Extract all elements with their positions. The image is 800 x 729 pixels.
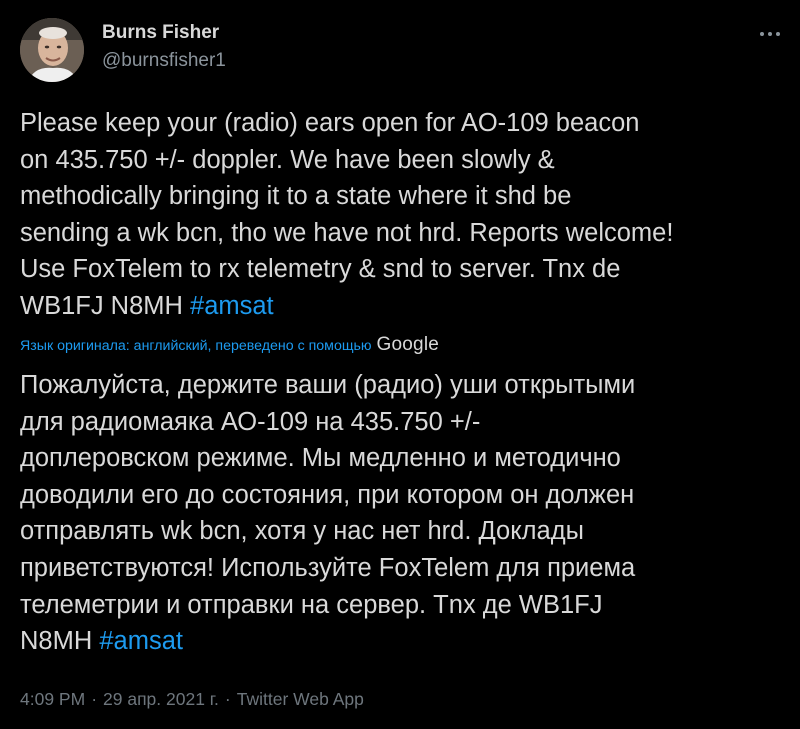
tweet-metadata: 4:09 PM · 29 апр. 2021 г. · Twitter Web App [20,689,364,710]
translated-text-line: отправлять wk bcn, хотя у нас нет hrd. Д… [20,517,584,546]
tweet-text-line: methodically bringing it to a state wher… [20,182,572,211]
meta-separator: · [91,689,98,709]
tweet-text-line: sending a wk bcn, tho we have not hrd. R… [20,218,674,247]
more-horizontal-icon [760,32,764,36]
tweet-text: Please keep your (radio) ears open for A… [20,105,790,325]
avatar-photo-icon [20,18,84,82]
translated-text-line: доплеровском режиме. Мы медленно и метод… [20,444,621,473]
translation-note-text: Язык оригинала: английский, переведено с… [20,338,372,354]
translated-text-line-last: N8MH #amsat [20,623,790,660]
translated-text-line: доводили его до состояния, при котором о… [20,480,635,509]
tweet-text-line: on 435.750 +/- doppler. We have been slo… [20,145,555,174]
translation-attribution[interactable]: Язык оригинала: английский, переведено с… [20,334,439,356]
tweet-date[interactable]: 29 апр. 2021 г. [103,689,219,709]
tweet-text-line-last: WB1FJ N8MH #amsat [20,288,790,325]
author-handle[interactable]: @burnsfisher1 [102,50,226,72]
more-horizontal-icon-dot [768,32,772,36]
avatar[interactable] [20,18,84,82]
tweet-time[interactable]: 4:09 PM [20,689,85,709]
translated-text-line: Пожалуйста, держите ваши (радио) уши отк… [20,371,636,399]
translated-text-line: приветствуются! Используйте FoxTelem для… [20,553,636,582]
tweet-text-line: WB1FJ N8MH [20,291,191,320]
meta-separator: · [224,689,231,709]
translated-text-line: N8MH [20,627,100,656]
tweet-text-line: Use FoxTelem to rx telemetry & snd to se… [20,255,621,284]
more-options-button[interactable] [752,24,788,44]
tweet-text-line: Please keep your (radio) ears open for A… [20,109,640,137]
hashtag-link[interactable]: #amsat [99,627,183,655]
google-logo: Google [376,334,440,355]
more-horizontal-icon-dot [776,32,780,36]
author-name[interactable]: Burns Fisher [102,22,219,44]
hashtag-link[interactable]: #amsat [190,292,274,320]
translated-text-line: для радиомаяка АО-109 на 435.750 +/- [20,407,481,436]
tweet-source[interactable]: Twitter Web App [237,689,364,709]
translated-text: Пожалуйста, держите ваши (радио) уши отк… [20,367,790,660]
tweet-detail: Burns Fisher @burnsfisher1 Please keep y… [0,0,800,729]
translated-text-line: телеметрии и отправки на сервер. Tnx де … [20,590,603,619]
